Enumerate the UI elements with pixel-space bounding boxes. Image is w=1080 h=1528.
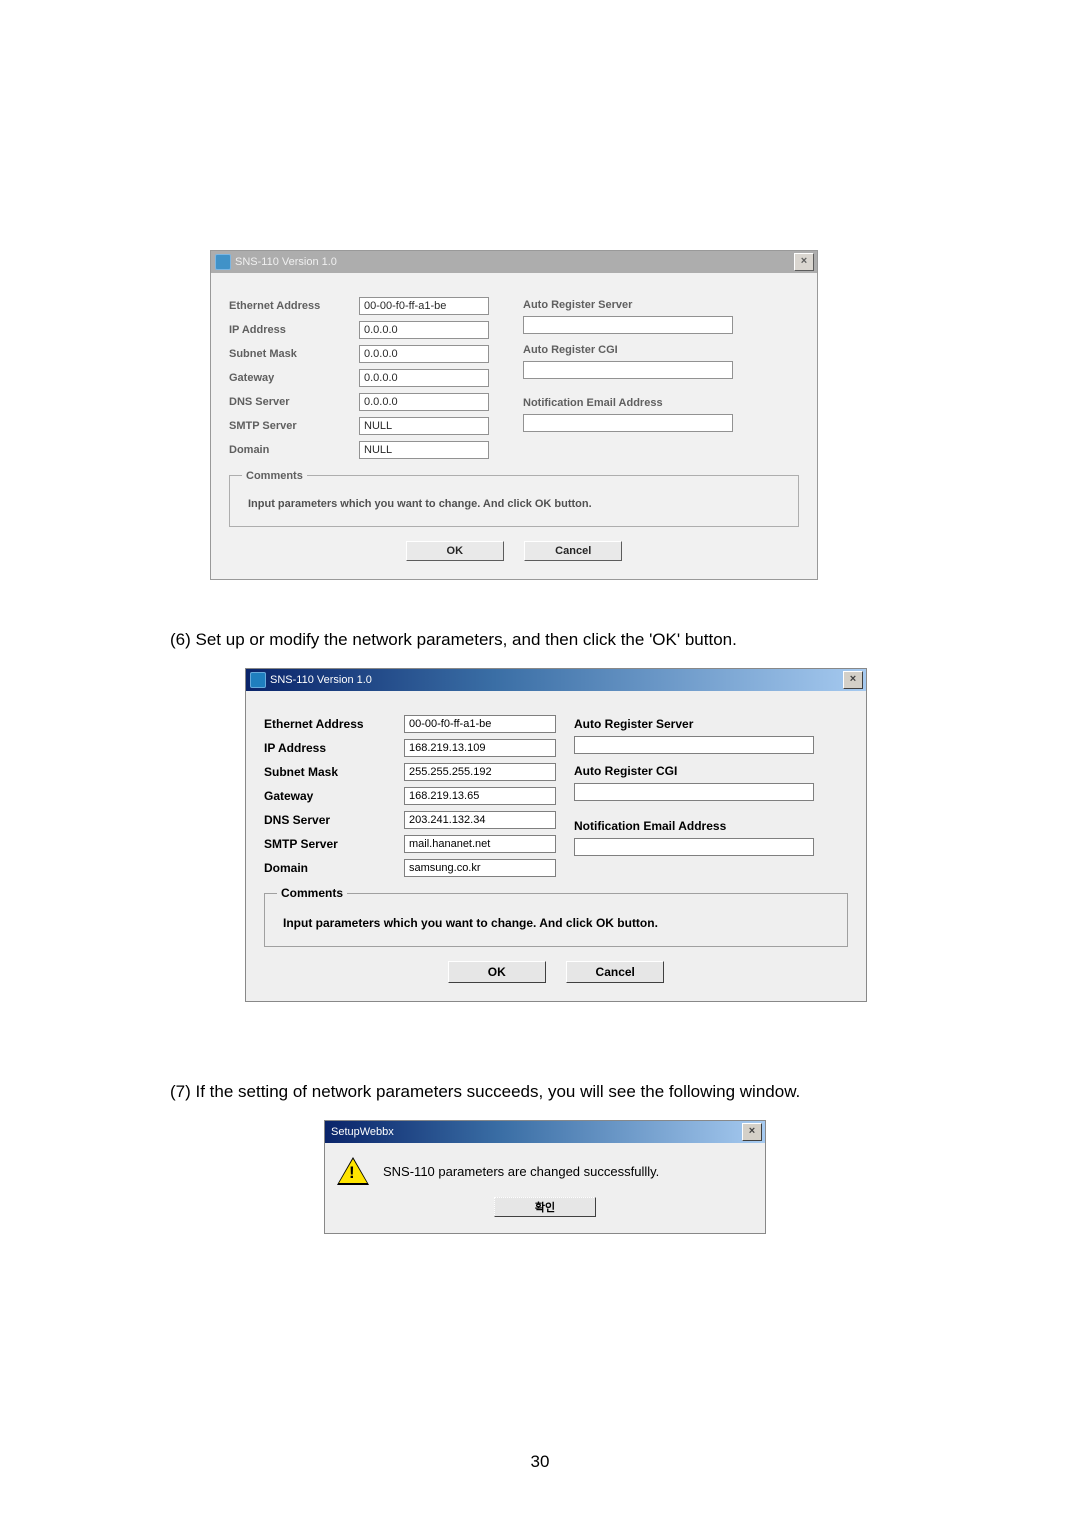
label-smtp: SMTP Server — [229, 420, 359, 432]
notification-email-field[interactable] — [523, 414, 733, 432]
label-domain: Domain — [264, 861, 404, 875]
step-6-text: (6) Set up or modify the network paramet… — [170, 630, 920, 650]
label-ip: IP Address — [264, 741, 404, 755]
auto-register-server-field[interactable] — [574, 736, 814, 754]
label-gateway: Gateway — [264, 789, 404, 803]
comments-legend: Comments — [242, 470, 307, 482]
label-ethernet: Ethernet Address — [229, 300, 359, 312]
app-icon — [250, 672, 266, 688]
comments-fieldset: Comments Input parameters which you want… — [264, 893, 848, 947]
close-icon[interactable]: × — [794, 253, 814, 271]
label-subnet: Subnet Mask — [264, 765, 404, 779]
success-message: SNS-110 parameters are changed successfu… — [383, 1164, 659, 1179]
close-icon[interactable]: × — [742, 1123, 762, 1141]
step-7-text: (7) If the setting of network parameters… — [170, 1082, 920, 1102]
ip-address-field[interactable] — [404, 739, 556, 757]
window-title: SNS-110 Version 1.0 — [235, 256, 337, 268]
label-dns: DNS Server — [264, 813, 404, 827]
dns-server-field[interactable] — [359, 393, 489, 411]
ip-address-field[interactable] — [359, 321, 489, 339]
label-dns: DNS Server — [229, 396, 359, 408]
subnet-mask-field[interactable] — [404, 763, 556, 781]
app-icon — [215, 254, 231, 270]
smtp-server-field[interactable] — [359, 417, 489, 435]
auto-register-cgi-field[interactable] — [574, 783, 814, 801]
auto-register-server-field[interactable] — [523, 316, 733, 334]
domain-field[interactable] — [359, 441, 489, 459]
label-smtp: SMTP Server — [264, 837, 404, 851]
ethernet-address-field[interactable] — [359, 297, 489, 315]
ok-button[interactable]: OK — [448, 961, 546, 983]
domain-field[interactable] — [404, 859, 556, 877]
titlebar[interactable]: SNS-110 Version 1.0 × — [246, 669, 866, 691]
label-subnet: Subnet Mask — [229, 348, 359, 360]
ok-button[interactable]: OK — [406, 541, 504, 561]
smtp-server-field[interactable] — [404, 835, 556, 853]
dialog-success: SetupWebbx × ! SNS-110 parameters are ch… — [324, 1120, 766, 1234]
titlebar[interactable]: SNS-110 Version 1.0 × — [211, 251, 817, 273]
dns-server-field[interactable] — [404, 811, 556, 829]
label-auto-register-server: Auto Register Server — [523, 299, 799, 311]
dialog-filled: SNS-110 Version 1.0 × Ethernet Address I… — [245, 668, 867, 1002]
window-title: SNS-110 Version 1.0 — [270, 674, 372, 686]
label-notification-email: Notification Email Address — [523, 397, 799, 409]
notification-email-field[interactable] — [574, 838, 814, 856]
label-ip: IP Address — [229, 324, 359, 336]
label-auto-register-cgi: Auto Register CGI — [574, 764, 848, 778]
label-auto-register-cgi: Auto Register CGI — [523, 344, 799, 356]
titlebar[interactable]: SetupWebbx × — [325, 1121, 765, 1143]
confirm-button[interactable]: 확인 — [494, 1197, 596, 1217]
cancel-button[interactable]: Cancel — [524, 541, 622, 561]
dialog-initial: SNS-110 Version 1.0 × Ethernet Address I… — [210, 250, 818, 580]
page-number: 30 — [0, 1452, 1080, 1472]
comments-legend: Comments — [277, 886, 347, 900]
subnet-mask-field[interactable] — [359, 345, 489, 363]
label-auto-register-server: Auto Register Server — [574, 717, 848, 731]
label-domain: Domain — [229, 444, 359, 456]
close-icon[interactable]: × — [843, 671, 863, 689]
comments-text: Input parameters which you want to chang… — [283, 916, 829, 930]
window-title: SetupWebbx — [331, 1126, 394, 1138]
gateway-field[interactable] — [404, 787, 556, 805]
warning-icon: ! — [337, 1157, 369, 1185]
comments-text: Input parameters which you want to chang… — [248, 498, 780, 510]
auto-register-cgi-field[interactable] — [523, 361, 733, 379]
ethernet-address-field[interactable] — [404, 715, 556, 733]
label-notification-email: Notification Email Address — [574, 819, 848, 833]
gateway-field[interactable] — [359, 369, 489, 387]
label-gateway: Gateway — [229, 372, 359, 384]
comments-fieldset: Comments Input parameters which you want… — [229, 475, 799, 527]
label-ethernet: Ethernet Address — [264, 717, 404, 731]
cancel-button[interactable]: Cancel — [566, 961, 664, 983]
